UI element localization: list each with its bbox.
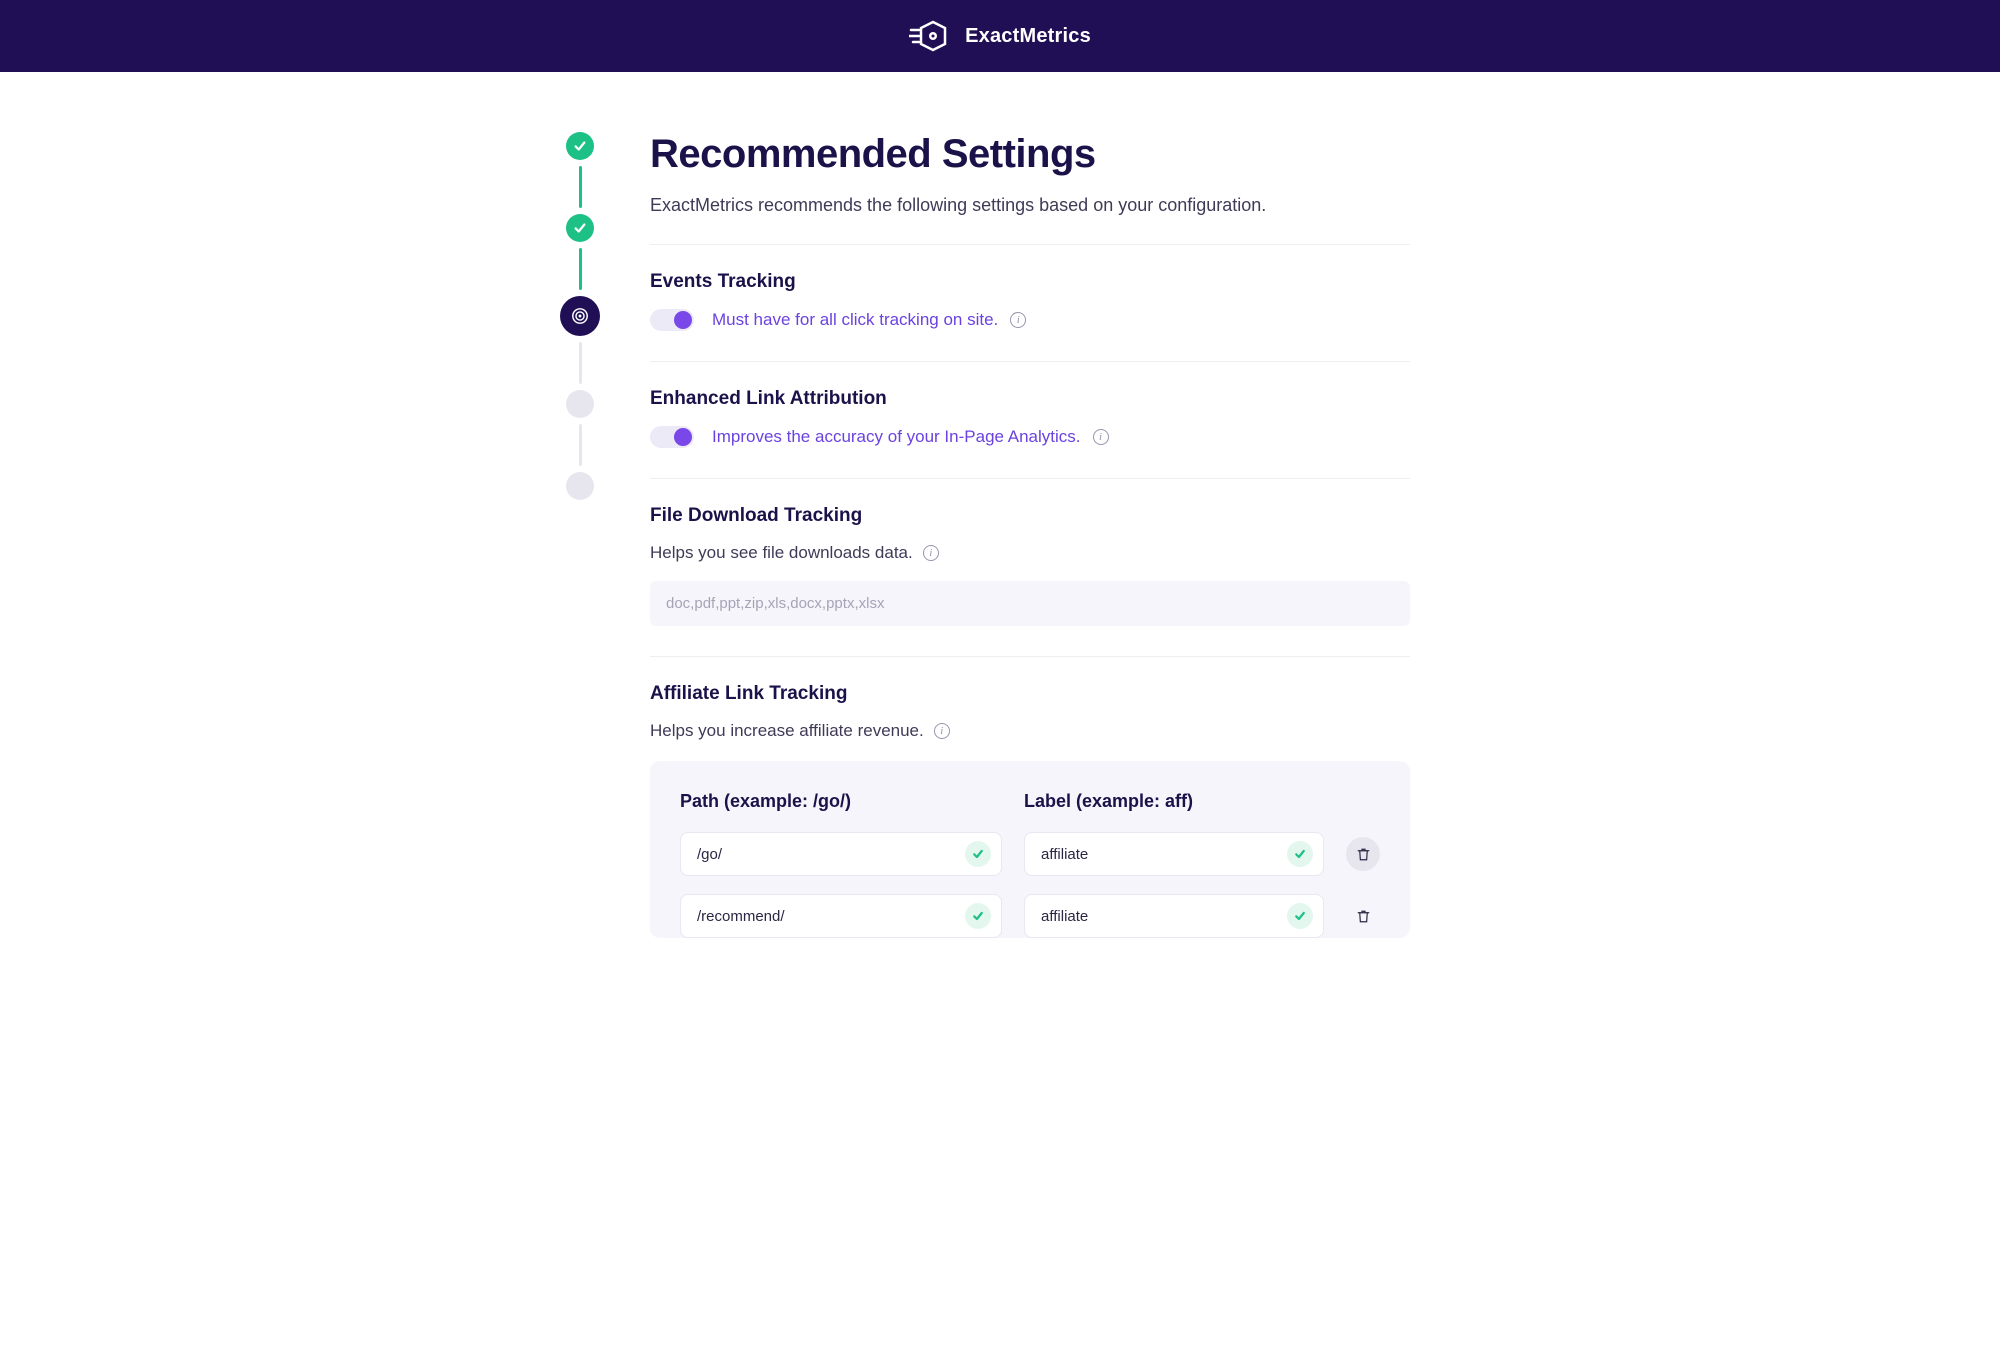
- section-title: Enhanced Link Attribution: [650, 388, 1410, 410]
- section-title: File Download Tracking: [650, 505, 1410, 527]
- affiliate-row: /recommend/ affiliate: [680, 894, 1380, 938]
- info-icon[interactable]: i: [934, 723, 950, 739]
- section-desc: Helps you increase affiliate revenue.: [650, 721, 924, 741]
- file-extensions-input[interactable]: doc,pdf,ppt,zip,xls,docx,pptx,xlsx: [650, 581, 1410, 626]
- section-desc: Helps you see file downloads data.: [650, 543, 913, 563]
- step-2-done[interactable]: [566, 214, 594, 242]
- step-connector: [579, 166, 582, 208]
- app-header: ExactMetrics: [0, 0, 2000, 72]
- wizard-stepper: [470, 132, 650, 986]
- column-header-path: Path (example: /go/): [680, 791, 1002, 812]
- page-title: Recommended Settings: [650, 132, 1410, 177]
- info-icon[interactable]: i: [923, 545, 939, 561]
- info-icon[interactable]: i: [1010, 312, 1026, 328]
- section-file-downloads: File Download Tracking Helps you see fil…: [650, 478, 1410, 656]
- section-events-tracking: Events Tracking Must have for all click …: [650, 244, 1410, 361]
- toggle-label: Improves the accuracy of your In-Page An…: [712, 427, 1081, 447]
- section-affiliate-link: Affiliate Link Tracking Helps you increa…: [650, 656, 1410, 986]
- step-4-pending[interactable]: [566, 390, 594, 418]
- enhanced-link-toggle[interactable]: [650, 426, 694, 448]
- delete-row-button[interactable]: [1346, 837, 1380, 871]
- step-3-current[interactable]: [560, 296, 600, 336]
- affiliate-row: /go/ affiliate: [680, 832, 1380, 876]
- affiliate-path-input[interactable]: /recommend/: [680, 894, 1002, 938]
- affiliate-label-input[interactable]: affiliate: [1024, 894, 1324, 938]
- step-connector: [579, 424, 582, 466]
- section-title: Affiliate Link Tracking: [650, 683, 1410, 705]
- info-icon[interactable]: i: [1093, 429, 1109, 445]
- column-header-label: Label (example: aff): [1024, 791, 1324, 812]
- events-tracking-toggle[interactable]: [650, 309, 694, 331]
- step-1-done[interactable]: [566, 132, 594, 160]
- affiliate-path-input[interactable]: /go/: [680, 832, 1002, 876]
- check-icon: [965, 841, 991, 867]
- brand-name: ExactMetrics: [965, 25, 1091, 48]
- logo-icon: [909, 20, 953, 52]
- section-enhanced-link: Enhanced Link Attribution Improves the a…: [650, 361, 1410, 478]
- page-subtitle: ExactMetrics recommends the following se…: [650, 195, 1410, 216]
- section-title: Events Tracking: [650, 271, 1410, 293]
- brand-logo: ExactMetrics: [909, 20, 1091, 52]
- step-5-pending[interactable]: [566, 472, 594, 500]
- affiliate-rows-container: Path (example: /go/) Label (example: aff…: [650, 761, 1410, 938]
- check-icon: [1287, 841, 1313, 867]
- delete-row-button[interactable]: [1346, 899, 1380, 933]
- toggle-label: Must have for all click tracking on site…: [712, 310, 998, 330]
- step-connector: [579, 342, 582, 384]
- affiliate-label-input[interactable]: affiliate: [1024, 832, 1324, 876]
- check-icon: [1287, 903, 1313, 929]
- check-icon: [965, 903, 991, 929]
- step-connector: [579, 248, 582, 290]
